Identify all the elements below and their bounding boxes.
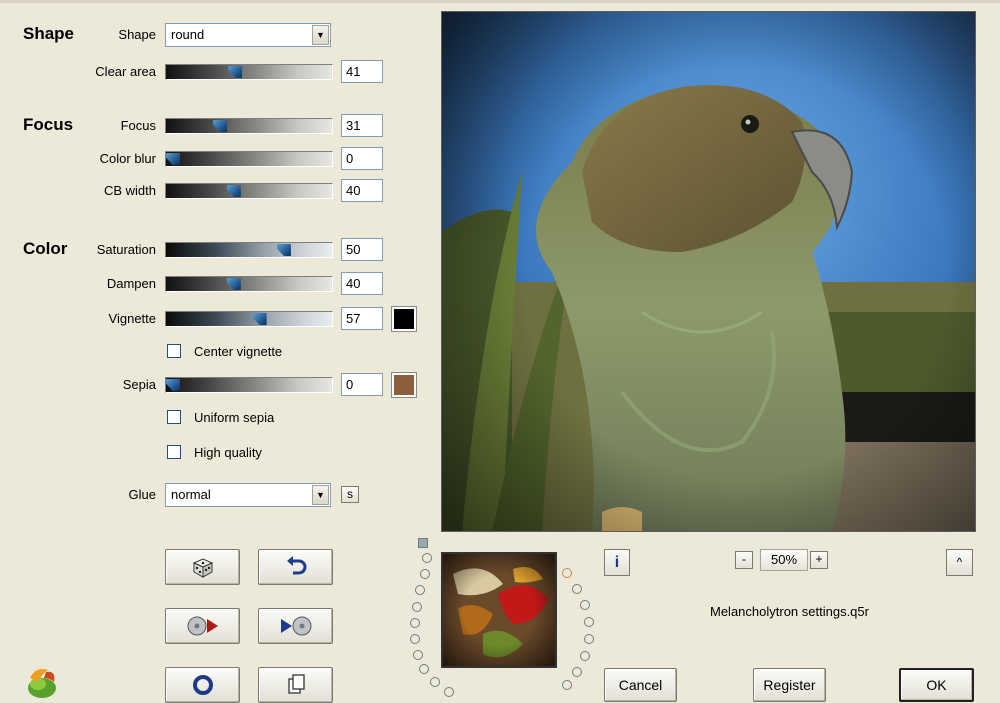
preset-dot[interactable] (444, 687, 454, 697)
copy-icon (287, 674, 305, 694)
load-settings-icon (187, 616, 218, 636)
shape-label: Shape (118, 27, 156, 42)
register-button[interactable]: Register (753, 668, 826, 702)
zoom-out-button[interactable]: - (735, 551, 753, 569)
uniform-sepia-checkbox[interactable] (167, 410, 181, 424)
preset-dot[interactable] (412, 602, 422, 612)
center-vignette-label: Center vignette (194, 344, 283, 359)
focus-slider[interactable] (165, 118, 333, 134)
cb-width-input[interactable]: 40 (341, 179, 383, 202)
sepia-color-swatch[interactable] (391, 372, 417, 398)
preset-dot[interactable] (413, 650, 423, 660)
undo-button[interactable] (258, 549, 333, 585)
vignette-label: Vignette (108, 311, 156, 326)
vignette-slider[interactable] (165, 311, 333, 327)
autumn-leaves-thumbnail (443, 554, 555, 666)
high-quality-label: High quality (194, 445, 262, 460)
leaf-logo-icon (24, 664, 60, 700)
preset-dot[interactable] (572, 667, 582, 677)
save-settings-icon (280, 616, 311, 636)
preset-dot[interactable] (584, 617, 594, 627)
saturation-slider[interactable] (165, 242, 333, 258)
uniform-sepia-label: Uniform sepia (194, 410, 275, 425)
preset-dot[interactable] (410, 634, 420, 644)
color-blur-input[interactable]: 0 (341, 147, 383, 170)
dial-start-marker[interactable] (418, 538, 428, 548)
cb-width-slider[interactable] (165, 183, 333, 199)
center-vignette-checkbox[interactable] (167, 344, 181, 358)
glue-label: Glue (128, 487, 156, 502)
color-blur-label: Color blur (99, 151, 156, 166)
vignette-slider-thumb[interactable] (252, 313, 267, 325)
preset-thumbnail[interactable] (441, 552, 557, 668)
dampen-label: Dampen (106, 276, 156, 291)
shape-select[interactable]: round ▼ (165, 23, 331, 47)
high-quality-checkbox[interactable] (167, 445, 181, 459)
ring-icon (192, 675, 213, 695)
preset-dot[interactable] (580, 651, 590, 661)
preset-dot[interactable] (562, 680, 572, 690)
sepia-slider-thumb[interactable] (166, 379, 180, 391)
glue-select[interactable]: normal ▼ (165, 483, 331, 507)
color-blur-slider[interactable] (165, 151, 333, 167)
preset-dot[interactable] (580, 600, 590, 610)
zoom-in-button[interactable]: + (810, 551, 828, 569)
random-button[interactable] (165, 549, 240, 585)
glue-select-value: normal (171, 487, 211, 502)
clear-area-input[interactable]: 41 (341, 60, 383, 83)
preset-dot[interactable] (420, 569, 430, 579)
reset-button[interactable] (165, 667, 240, 703)
saturation-slider-thumb[interactable] (276, 244, 291, 256)
chevron-down-icon[interactable]: ▼ (312, 25, 329, 45)
preset-dot[interactable] (419, 664, 429, 674)
load-settings-button[interactable] (165, 608, 240, 644)
clear-area-label: Clear area (95, 64, 156, 79)
dampen-input[interactable]: 40 (341, 272, 383, 295)
clear-area-slider[interactable] (165, 64, 333, 80)
dampen-slider-thumb[interactable] (226, 278, 241, 290)
preset-dot[interactable] (410, 618, 420, 628)
save-settings-button[interactable] (258, 608, 333, 644)
cancel-button[interactable]: Cancel (604, 668, 677, 702)
preview-image[interactable] (441, 11, 976, 532)
sepia-input[interactable]: 0 (341, 373, 383, 396)
shape-select-value: round (171, 27, 205, 42)
ok-button[interactable]: OK (899, 668, 974, 702)
focus-slider-thumb[interactable] (213, 120, 228, 132)
settings-filename: Melancholytron settings.q5r (710, 604, 869, 619)
info-button[interactable]: i (604, 549, 630, 576)
zoom-level: 50% (760, 549, 808, 571)
glue-s-button[interactable]: s (341, 486, 359, 503)
dampen-slider[interactable] (165, 276, 333, 292)
copy-button[interactable] (258, 667, 333, 703)
cb-width-slider-thumb[interactable] (226, 185, 241, 197)
focus-label: Focus (120, 118, 156, 133)
cb-width-label: CB width (103, 183, 156, 198)
undo-arrow-icon (286, 556, 306, 575)
preset-dot[interactable] (430, 677, 440, 687)
dice-icon (192, 558, 213, 578)
preset-dot[interactable] (415, 585, 425, 595)
focus-input[interactable]: 31 (341, 114, 383, 137)
clear-area-slider-thumb[interactable] (228, 66, 243, 78)
preset-dot-active[interactable] (562, 568, 572, 578)
sepia-label: Sepia (122, 377, 156, 392)
collapse-button[interactable]: ^ (946, 549, 973, 576)
vignette-input[interactable]: 57 (341, 307, 383, 330)
saturation-label: Saturation (96, 242, 156, 257)
window-top-edge (0, 0, 1000, 3)
parrot-photo (442, 12, 975, 531)
chevron-down-icon[interactable]: ▼ (312, 485, 329, 505)
color-blur-slider-thumb[interactable] (166, 153, 180, 165)
saturation-input[interactable]: 50 (341, 238, 383, 261)
preset-dot[interactable] (572, 584, 582, 594)
sepia-slider[interactable] (165, 377, 333, 393)
preset-dot[interactable] (584, 634, 594, 644)
vignette-color-swatch[interactable] (391, 306, 417, 332)
preset-dot[interactable] (422, 553, 432, 563)
